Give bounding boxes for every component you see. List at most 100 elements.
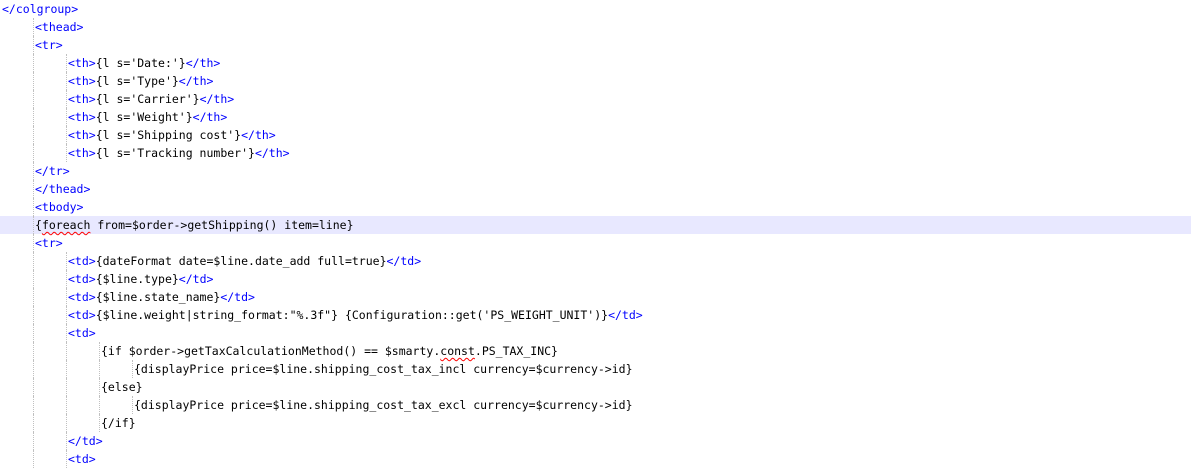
indent-guide [66, 324, 67, 342]
code-line[interactable]: {/if} [0, 414, 1191, 432]
html-tag-token: </th> [192, 110, 228, 124]
html-tag-token: <tbody> [35, 200, 84, 214]
code-text: {if $order->getTaxCalculationMethod() ==… [101, 342, 558, 360]
code-line[interactable]: <tr> [0, 36, 1191, 54]
code-line[interactable]: {displayPrice price=$line.shipping_cost_… [0, 360, 1191, 378]
code-text: </td> [68, 432, 103, 450]
code-line[interactable]: <td> [0, 450, 1191, 468]
template-token: {displayPrice price=$line.shipping_cost_… [134, 398, 633, 412]
html-tag-token: <th> [68, 128, 96, 142]
code-text: <th>{l s='Type'}</th> [68, 72, 213, 90]
html-tag-token: </th> [185, 56, 221, 70]
code-text: {/if} [101, 414, 136, 432]
indent-guide [132, 360, 133, 378]
spelling-flagged-token: foreach [41, 218, 91, 232]
code-line[interactable]: <th>{l s='Date:'}</th> [0, 54, 1191, 72]
html-tag-token: </th> [199, 92, 235, 106]
indent-guide [33, 360, 34, 378]
indent-guide [66, 108, 67, 126]
code-line[interactable]: </td> [0, 432, 1191, 450]
indent-guide [33, 270, 34, 288]
indent-guide [99, 378, 100, 396]
html-tag-token: <th> [68, 146, 96, 160]
code-line[interactable]: </tr> [0, 162, 1191, 180]
code-line[interactable]: {else} [0, 378, 1191, 396]
indent-guide [33, 378, 34, 396]
indent-guide [33, 234, 34, 252]
indent-guide [66, 288, 67, 306]
code-text: <td> [68, 450, 96, 468]
code-editor[interactable]: </colgroup> <thead> <tr> <th>{l s='Date:'}<… [0, 0, 1191, 468]
code-line[interactable]: <td>{$line.state_name}</td> [0, 288, 1191, 306]
code-text: <th>{l s='Carrier'}</th> [68, 90, 234, 108]
code-text: <th>{l s='Weight'}</th> [68, 108, 227, 126]
code-line[interactable]: <td>{$line.weight|string_format:"%.3f"} … [0, 306, 1191, 324]
code-text: {foreach from=$order->getShipping() item… [35, 216, 354, 234]
html-tag-token: <td> [68, 254, 96, 268]
code-line[interactable]: <th>{l s='Carrier'}</th> [0, 90, 1191, 108]
html-tag-token: <td> [68, 308, 96, 322]
code-line[interactable]: {if $order->getTaxCalculationMethod() ==… [0, 342, 1191, 360]
indent-guide [99, 342, 100, 360]
html-tag-token: </td> [386, 254, 422, 268]
code-line[interactable]: </colgroup> [0, 0, 1191, 18]
code-line[interactable]: <th>{l s='Weight'}</th> [0, 108, 1191, 126]
code-text: </colgroup> [2, 0, 78, 18]
indent-guide [33, 414, 34, 432]
indent-guide [33, 36, 34, 54]
template-token: {dateFormat date=$line.date_add full=tru… [95, 254, 387, 268]
indent-guide [66, 54, 67, 72]
indent-guide [33, 198, 34, 216]
html-tag-token: </td> [220, 290, 255, 304]
code-text: <thead> [35, 18, 83, 36]
indent-guide [66, 432, 67, 450]
code-text: <td>{$line.weight|string_format:"%.3f"} … [68, 306, 643, 324]
indent-guide [33, 72, 34, 90]
indent-guide [33, 90, 34, 108]
code-line[interactable]: {displayPrice price=$line.shipping_cost_… [0, 396, 1191, 414]
code-text: <th>{l s='Shipping cost'}</th> [68, 126, 276, 144]
template-token: {$line.weight|string_format:"%.3f"} {Con… [95, 308, 609, 322]
code-line[interactable]: <thead> [0, 18, 1191, 36]
code-line[interactable]: <tr> [0, 234, 1191, 252]
code-line[interactable]: <th>{l s='Tracking number'}</th> [0, 144, 1191, 162]
template-token: {l s='Tracking number'} [95, 146, 255, 160]
indent-guide [66, 252, 67, 270]
template-token: {l s='Shipping cost'} [95, 128, 242, 142]
template-token: {l s='Date:'} [95, 56, 186, 70]
code-text: <td>{$line.type}</td> [68, 270, 213, 288]
code-line[interactable]: <th>{l s='Type'}</th> [0, 72, 1191, 90]
indent-guide [66, 450, 67, 468]
code-line[interactable]: <td>{dateFormat date=$line.date_add full… [0, 252, 1191, 270]
indent-guide [33, 342, 34, 360]
html-tag-token: <td> [68, 290, 96, 304]
code-text: <td> [68, 324, 96, 342]
current-code-line[interactable]: {foreach from=$order->getShipping() item… [0, 216, 1191, 234]
code-text: <td>{dateFormat date=$line.date_add full… [68, 252, 421, 270]
indent-guide [33, 288, 34, 306]
template-token: { [35, 218, 42, 232]
code-line[interactable]: <td>{$line.type}</td> [0, 270, 1191, 288]
code-text: <tbody> [35, 198, 83, 216]
indent-guide [33, 450, 34, 468]
code-text: {displayPrice price=$line.shipping_cost_… [134, 360, 633, 378]
indent-guide [66, 144, 67, 162]
html-tag-token: </td> [608, 308, 643, 322]
indent-guide [132, 396, 133, 414]
indent-guide [99, 414, 100, 432]
code-text: </tr> [35, 162, 70, 180]
indent-guide [66, 360, 67, 378]
template-token: {l s='Carrier'} [95, 92, 200, 106]
code-line[interactable]: <td> [0, 324, 1191, 342]
template-token: {if $order->getTaxCalculationMethod() ==… [101, 344, 441, 358]
code-line[interactable]: <th>{l s='Shipping cost'}</th> [0, 126, 1191, 144]
template-token: {$line.state_name} [95, 290, 221, 304]
html-tag-token: <td> [68, 326, 96, 340]
indent-guide [33, 216, 34, 234]
html-tag-token: </td> [68, 434, 103, 448]
template-token: from=$order->getShipping() item=line} [90, 218, 354, 232]
code-line[interactable]: <tbody> [0, 198, 1191, 216]
html-tag-token: </td> [178, 272, 214, 286]
indent-guide [33, 432, 34, 450]
code-line[interactable]: </thead> [0, 180, 1191, 198]
